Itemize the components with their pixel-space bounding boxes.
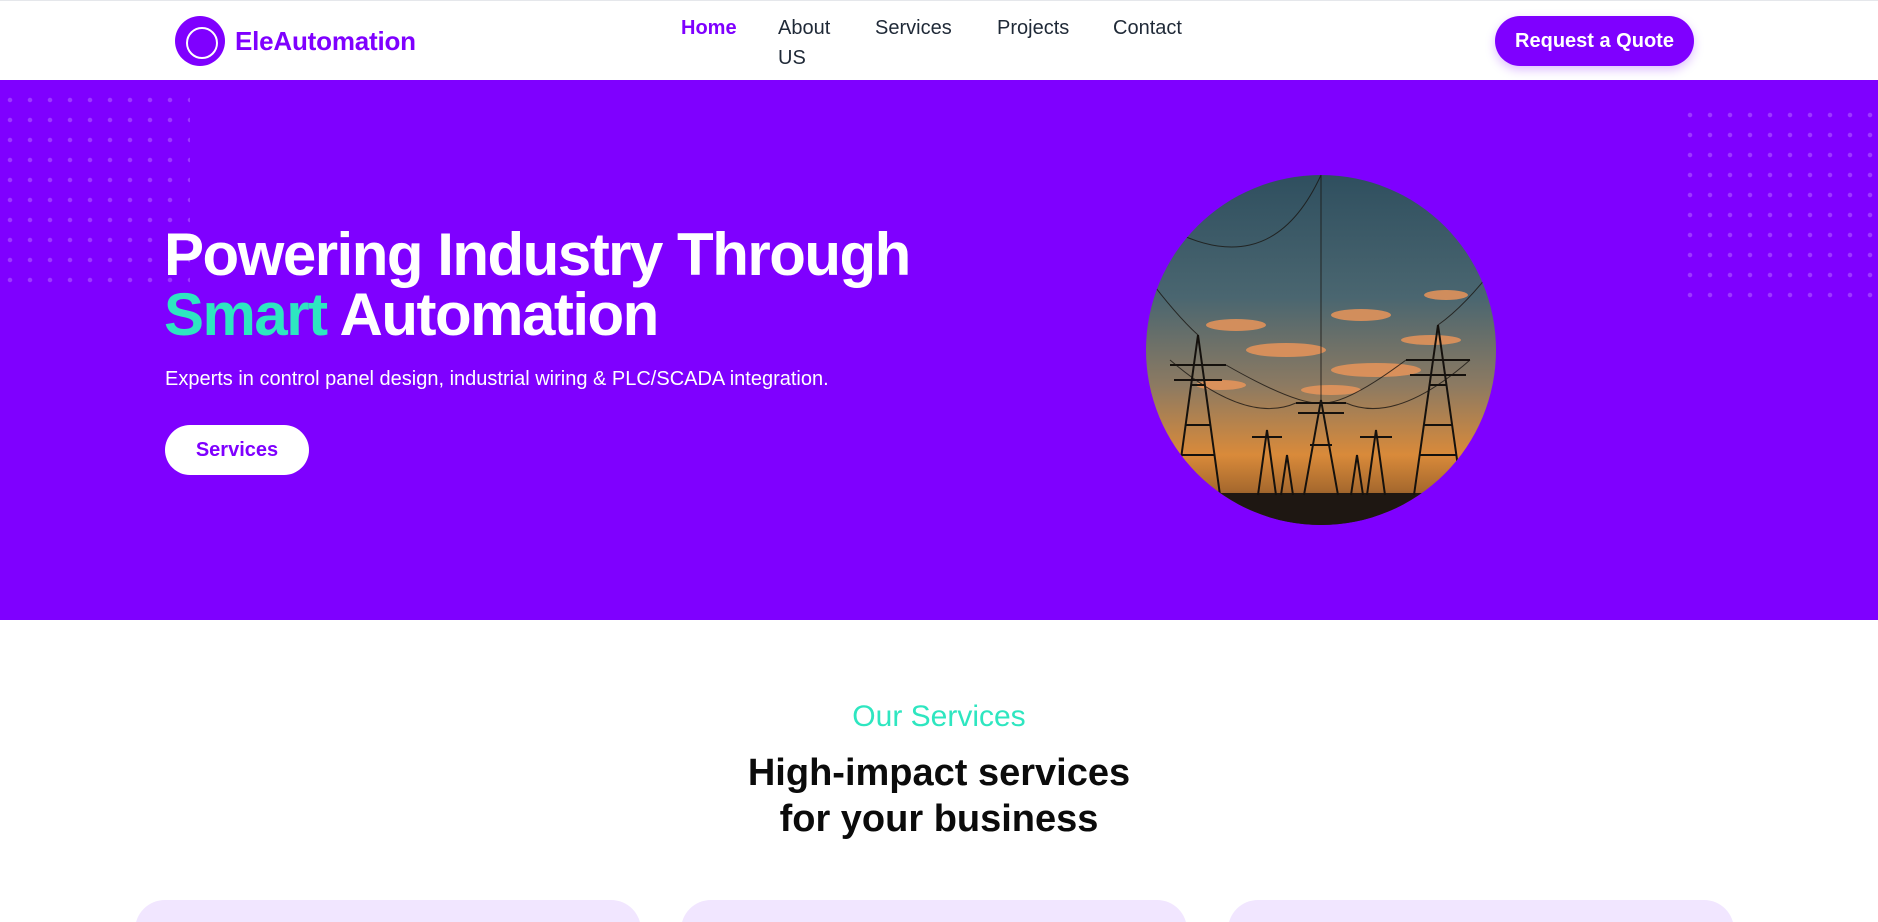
service-card[interactable]	[1228, 900, 1734, 922]
services-heading: High-impact services for your business	[0, 750, 1878, 842]
services-eyebrow: Our Services	[852, 700, 1026, 733]
nav-item-home[interactable]: Home	[681, 13, 737, 43]
brand-name: EleAutomation	[235, 25, 416, 56]
nav-item-services[interactable]: Services	[875, 13, 952, 43]
dot-pattern-left	[0, 90, 190, 290]
dot-pattern-right	[1680, 105, 1878, 305]
site-header: EleAutomation Home About US Services Pro…	[0, 0, 1878, 80]
hero-title-accent: Smart	[164, 281, 328, 348]
logo-icon	[175, 16, 225, 66]
hero-section: Powering Industry Through Smart Automati…	[0, 80, 1878, 620]
hero-title-line2: Automation	[339, 281, 660, 348]
service-card[interactable]	[135, 900, 641, 922]
nav-item-contact[interactable]: Contact	[1113, 13, 1182, 43]
nav-item-about[interactable]: About US	[778, 13, 838, 73]
service-card[interactable]	[681, 900, 1187, 922]
services-heading-line1: High-impact services	[747, 752, 1131, 794]
services-button[interactable]: Services	[165, 425, 309, 475]
services-heading-line2: for your business	[779, 798, 1099, 840]
hero-title: Powering Industry Through Smart Automati…	[164, 225, 911, 348]
brand-logo[interactable]: EleAutomation	[175, 16, 416, 66]
transmission-towers-image	[1146, 175, 1496, 525]
hero-image	[1146, 175, 1496, 525]
hero-title-line1: Powering Industry Through	[164, 221, 911, 288]
nav-item-projects[interactable]: Projects	[997, 13, 1069, 43]
hero-subtitle: Experts in control panel design, industr…	[165, 368, 829, 390]
request-quote-button[interactable]: Request a Quote	[1495, 16, 1694, 66]
